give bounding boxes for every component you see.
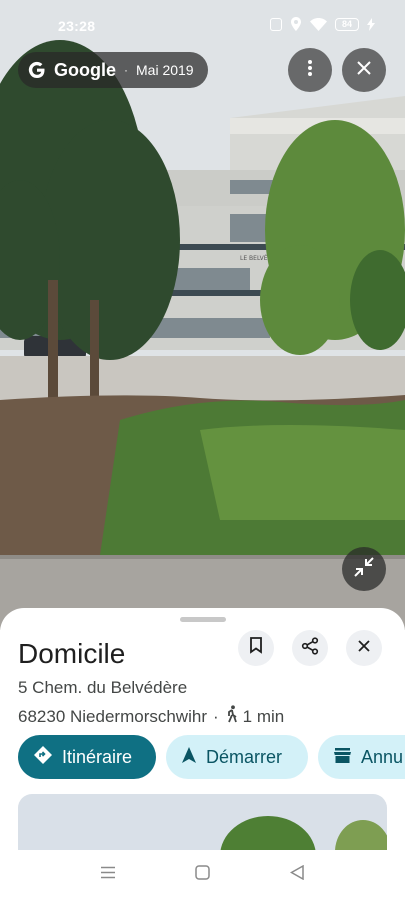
save-button[interactable] <box>238 630 274 666</box>
street-view-scene: LE BELVÉDÈRE <box>0 0 405 630</box>
directory-label: Annu <box>361 746 404 767</box>
start-navigation-button[interactable]: Démarrer <box>166 735 308 779</box>
close-street-view-button[interactable] <box>342 48 386 92</box>
menu-lines-icon <box>100 866 116 884</box>
status-icons: 84 <box>270 17 375 31</box>
walking-time: 1 min <box>225 705 285 728</box>
city-postcode: 68230 Niedermorschwihr <box>18 706 207 726</box>
place-title: Domicile <box>18 638 126 669</box>
share-button[interactable] <box>292 630 328 666</box>
status-bar: 23:28 84 <box>0 0 405 52</box>
close-sheet-button[interactable] <box>346 630 382 666</box>
charging-icon <box>367 17 375 31</box>
recent-apps-button[interactable] <box>96 863 120 887</box>
directions-icon <box>34 745 52 769</box>
system-navigation-bar <box>0 850 405 900</box>
directions-label: Itinéraire <box>62 746 133 767</box>
square-home-icon <box>195 865 210 885</box>
directions-button[interactable]: Itinéraire <box>18 735 156 779</box>
imagery-source-chip[interactable]: Google · Mai 2019 <box>18 52 208 88</box>
close-icon <box>358 639 370 657</box>
battery-icon: 84 <box>335 17 359 31</box>
more-vert-icon <box>307 59 313 82</box>
capture-date: Mai 2019 <box>136 62 194 78</box>
wifi-icon <box>310 17 327 31</box>
home-button[interactable] <box>191 863 215 887</box>
source-name: Google <box>54 59 116 80</box>
more-options-button[interactable] <box>288 48 332 92</box>
city-line: 68230 Niedermorschwihr · 1 min <box>18 705 284 728</box>
collapse-arrows-icon <box>354 556 374 582</box>
bookmark-icon <box>249 637 263 659</box>
store-icon <box>334 747 351 768</box>
sheet-drag-handle[interactable] <box>180 617 226 622</box>
start-label: Démarrer <box>206 746 283 767</box>
share-icon <box>301 636 319 660</box>
close-icon <box>357 60 371 80</box>
collapse-view-button[interactable] <box>342 547 386 591</box>
status-time: 23:28 <box>58 18 96 34</box>
google-logo-icon <box>28 61 46 79</box>
location-icon <box>290 17 302 31</box>
back-triangle-icon <box>289 864 304 885</box>
navigation-arrow-icon <box>182 746 196 768</box>
nfc-icon <box>270 17 282 31</box>
walking-icon <box>225 705 239 728</box>
street-view-image[interactable]: LE BELVÉDÈRE <box>0 0 405 630</box>
walking-time-value: 1 min <box>242 706 285 726</box>
city-separator: · <box>212 706 219 726</box>
street-address: 5 Chem. du Belvédère <box>18 678 188 697</box>
source-separator: · <box>124 63 128 77</box>
actions-row: Itinéraire Démarrer Annu <box>18 735 405 781</box>
back-button[interactable] <box>285 863 309 887</box>
directory-button[interactable]: Annu <box>318 735 405 779</box>
